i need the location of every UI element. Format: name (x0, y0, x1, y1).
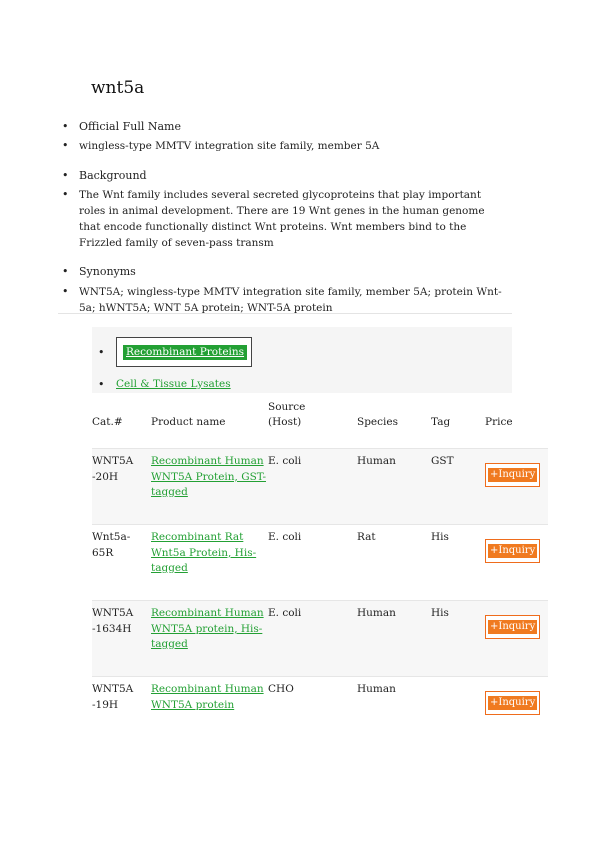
official-full-name-value: wingless-type MMTV integration site fami… (79, 140, 380, 152)
tag: His (431, 524, 485, 601)
price: +Inquiry (485, 600, 548, 677)
table-header-row: Cat.# Product name Source (Host) Species… (92, 396, 548, 449)
product-link[interactable]: Recombinant Rat Wnt5a Protein, His-tagge… (151, 531, 256, 574)
cat-number: WNT5A-19H (92, 676, 151, 752)
col-source: Source (Host) (268, 396, 357, 449)
heading-text: Official Full Name (79, 120, 181, 133)
source: E. coli (268, 448, 357, 525)
tag: His (431, 600, 485, 677)
species: Human (357, 448, 431, 525)
inquiry-label: +Inquiry (488, 544, 538, 558)
tag: GST (431, 448, 485, 525)
cat-text: Wnt5a-65R (92, 531, 131, 559)
price: +Inquiry (485, 524, 548, 601)
divider (58, 313, 512, 314)
product-link[interactable]: Recombinant Human WNT5A Protein, GST-tag… (151, 455, 266, 498)
tab-cell-tissue-lysates[interactable]: Cell & Tissue Lysates (116, 378, 231, 390)
product-link[interactable]: Recombinant Human WNT5A protein, His-tag… (151, 607, 264, 650)
cat-text: WNT5A-1634H (92, 607, 134, 635)
product-link[interactable]: Recombinant Human WNT5A protein (151, 683, 264, 711)
inquiry-label: +Inquiry (488, 468, 538, 482)
product-name: Recombinant Rat Wnt5a Protein, His-tagge… (151, 524, 268, 601)
species: Human (357, 600, 431, 677)
official-full-name-heading: Official Full Name (62, 119, 181, 135)
inquiry-button[interactable]: +Inquiry (485, 615, 541, 639)
source: CHO (268, 676, 357, 752)
species: Human (357, 676, 431, 752)
col-product-name: Product name (151, 416, 226, 428)
cat-number: WNT5A-1634H (92, 600, 151, 677)
synonyms-heading: Synonyms (62, 264, 136, 280)
product-name: Recombinant Human WNT5A protein, His-tag… (151, 600, 268, 677)
inquiry-button[interactable]: +Inquiry (485, 691, 541, 715)
price: +Inquiry (485, 676, 548, 752)
tab-bullet: • (98, 346, 105, 359)
heading-text: Synonyms (79, 265, 136, 278)
tag (431, 676, 485, 752)
table-row: Wnt5a-65R Recombinant Rat Wnt5a Protein,… (92, 524, 548, 601)
col-source-label: Source (Host) (268, 401, 306, 428)
source: E. coli (268, 600, 357, 677)
source: E. coli (268, 524, 357, 601)
table-row: WNT5A-20H Recombinant Human WNT5A Protei… (92, 448, 548, 525)
synonyms-value: WNT5A; wingless-type MMTV integration si… (79, 286, 502, 314)
heading-text: Background (79, 169, 147, 182)
inquiry-label: +Inquiry (488, 620, 538, 634)
col-cat: Cat.# (92, 416, 123, 428)
species: Rat (357, 524, 431, 601)
price: +Inquiry (485, 448, 548, 525)
tab-bullet: • (98, 378, 105, 391)
table-row: WNT5A-1634H Recombinant Human WNT5A prot… (92, 600, 548, 677)
cat-text: WNT5A-20H (92, 455, 134, 483)
col-price: Price (485, 416, 513, 428)
cat-number: Wnt5a-65R (92, 524, 151, 601)
page-title: wnt5a (91, 78, 145, 98)
col-tag: Tag (431, 416, 451, 428)
inquiry-button[interactable]: +Inquiry (485, 463, 541, 487)
inquiry-button[interactable]: +Inquiry (485, 539, 541, 563)
cat-number: WNT5A-20H (92, 448, 151, 525)
table-row: WNT5A-19H Recombinant Human WNT5A protei… (92, 676, 548, 752)
product-name: Recombinant Human WNT5A Protein, GST-tag… (151, 448, 268, 525)
background-value: The Wnt family includes several secreted… (79, 189, 485, 249)
cat-text: WNT5A-19H (92, 683, 134, 711)
col-species: Species (357, 416, 398, 428)
tab-recombinant-proteins[interactable]: Recombinant Proteins (123, 345, 248, 360)
background-heading: Background (62, 168, 147, 184)
inquiry-label: +Inquiry (488, 696, 538, 710)
product-name: Recombinant Human WNT5A protein (151, 676, 268, 752)
products-table: Cat.# Product name Source (Host) Species… (92, 396, 548, 752)
